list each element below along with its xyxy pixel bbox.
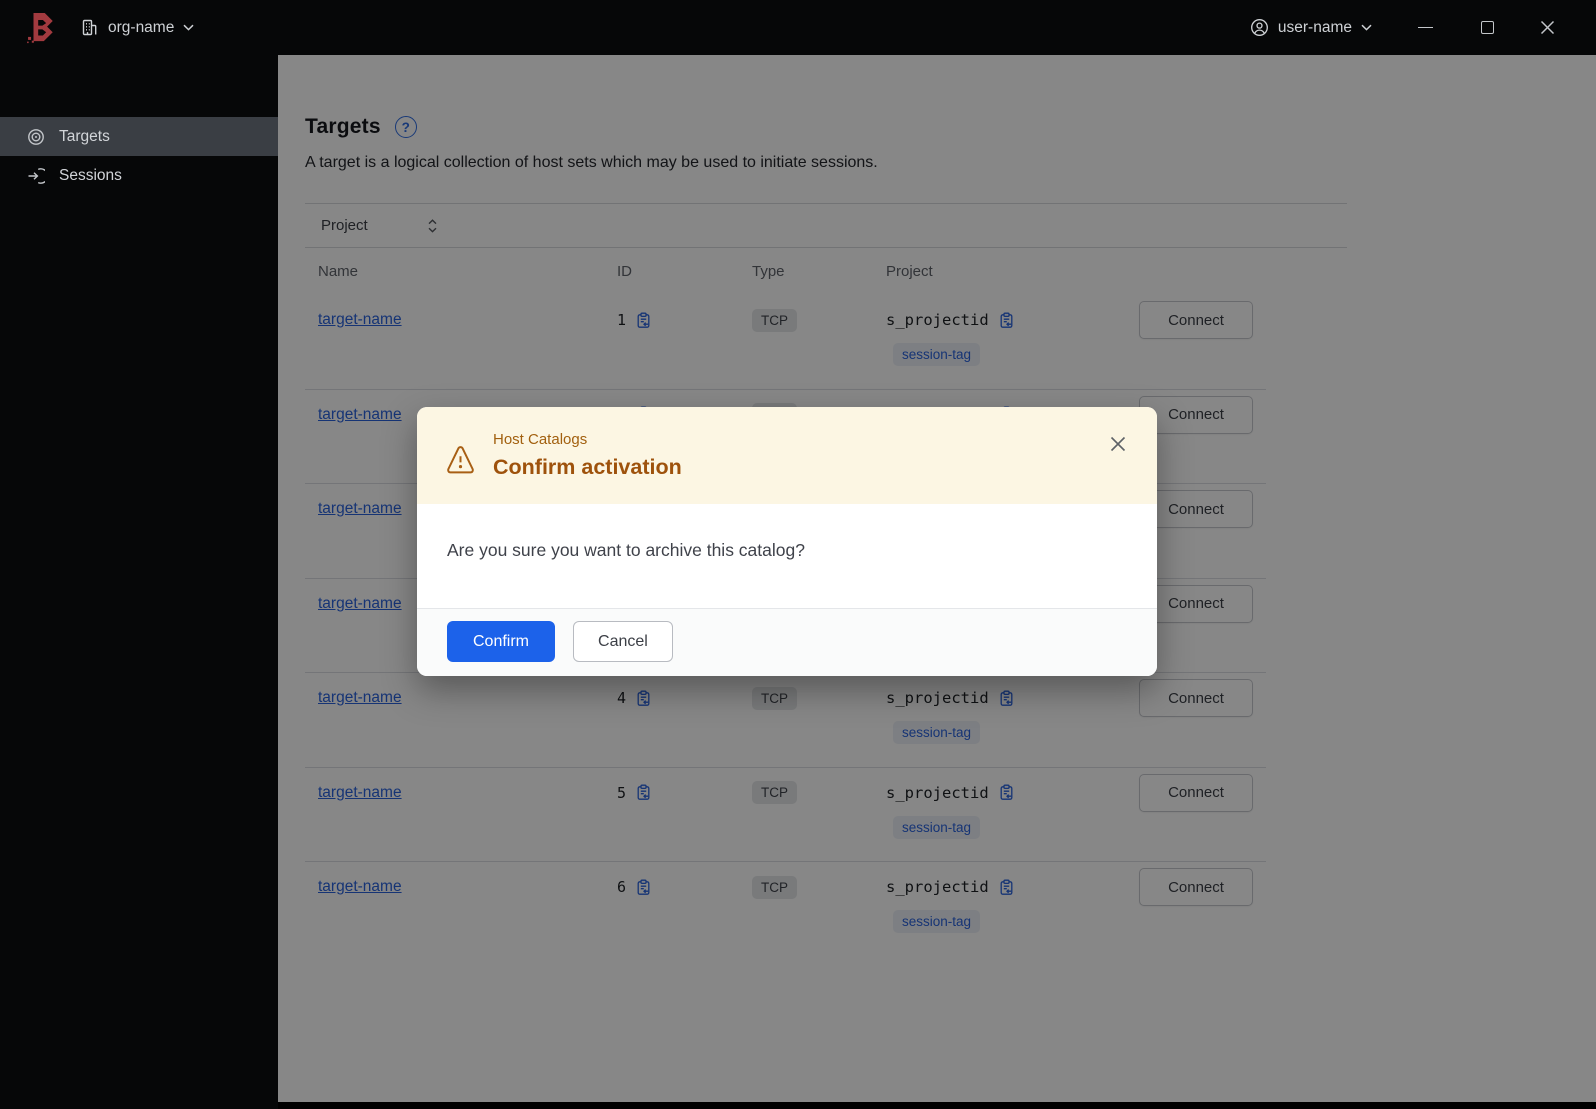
sidebar-item-targets[interactable]: Targets (0, 117, 278, 156)
warning-triangle-icon (447, 446, 474, 474)
maximize-button[interactable] (1464, 8, 1510, 48)
sidebar-item-label: Targets (59, 127, 110, 145)
user-name-label: user-name (1277, 18, 1352, 36)
dialog-body-text: Are you sure you want to archive this ca… (447, 540, 805, 560)
user-menu-dropdown[interactable]: user-name (1250, 18, 1372, 37)
sidebar-item-label: Sessions (59, 166, 122, 184)
minimize-icon (1417, 27, 1433, 28)
org-building-icon (80, 18, 99, 37)
org-switcher-dropdown[interactable]: org-name (80, 18, 194, 37)
dialog-title: Confirm activation (493, 455, 682, 479)
dialog-context-label: Host Catalogs (493, 431, 588, 448)
close-window-button[interactable] (1524, 8, 1570, 48)
dialog-close-button[interactable] (1107, 433, 1129, 455)
close-icon (1540, 20, 1554, 35)
chevron-down-icon (183, 24, 194, 31)
dialog-footer: Confirm Cancel (417, 608, 1157, 676)
minimize-button[interactable] (1402, 8, 1448, 48)
confirm-button[interactable]: Confirm (447, 621, 556, 662)
user-avatar-icon (1250, 18, 1269, 37)
window-controls (1402, 8, 1570, 48)
sidebar-item-sessions[interactable]: Sessions (0, 156, 278, 195)
close-icon (1110, 436, 1126, 452)
sidebar-nav: Targets Sessions (0, 55, 278, 1109)
cancel-button[interactable]: Cancel (573, 621, 673, 662)
session-entry-icon (28, 167, 45, 184)
target-icon (28, 128, 44, 145)
dialog-header: Host Catalogs Confirm activation (417, 407, 1157, 504)
confirm-dialog: Host Catalogs Confirm activation Are you… (417, 407, 1157, 676)
title-bar: org-name user-name (0, 0, 1596, 55)
org-name-label: org-name (108, 18, 175, 36)
boundary-logo-icon (26, 11, 56, 45)
maximize-icon (1480, 21, 1494, 34)
chevron-down-icon (1361, 24, 1372, 31)
